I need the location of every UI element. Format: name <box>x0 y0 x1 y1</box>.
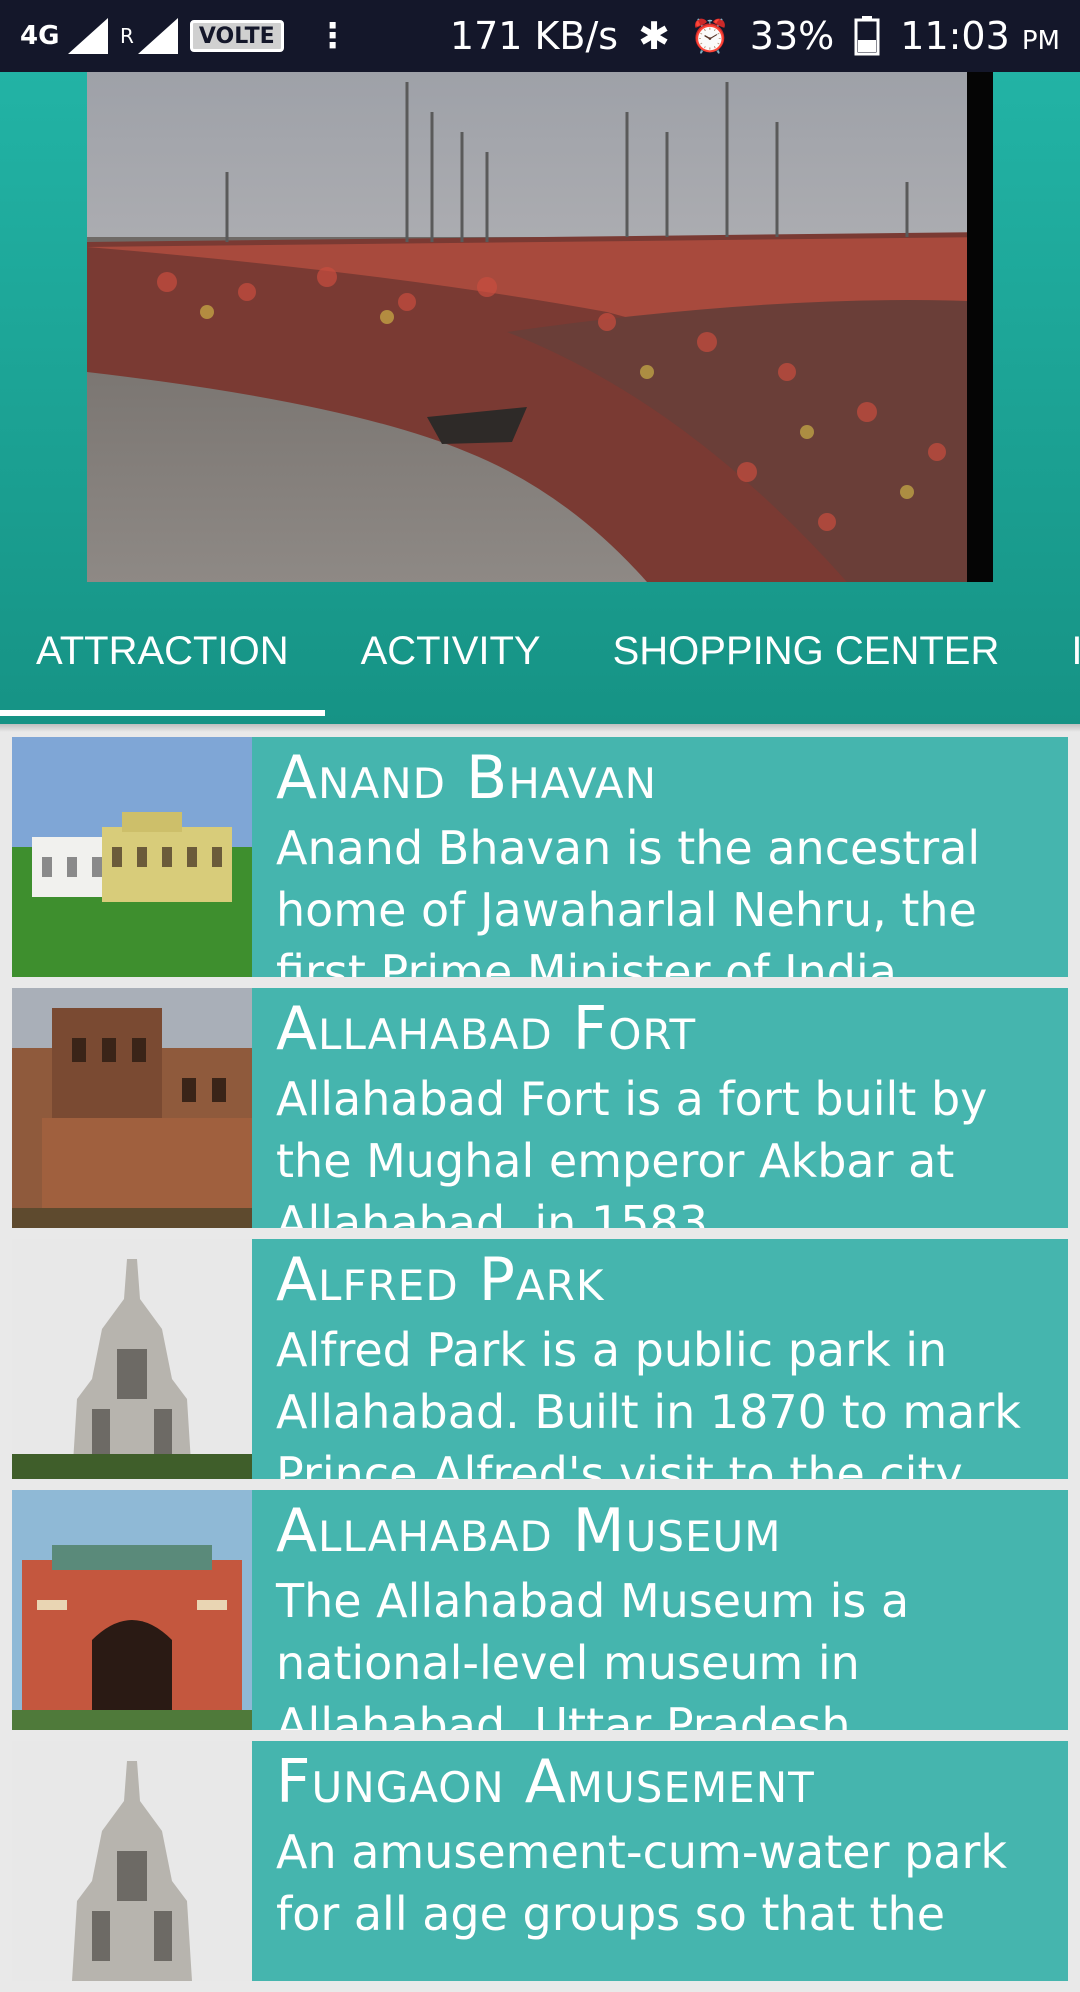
tab-partial[interactable]: IN <box>1035 582 1080 720</box>
list-item-allahabad-museum[interactable]: Allahabad Museum The Allahabad Museum is… <box>12 1490 1068 1730</box>
thumbnail-allahabad-museum <box>12 1490 252 1730</box>
bluetooth-icon: ✱ <box>638 14 670 58</box>
app-header: ATTRACTION ACTIVITY SHOPPING CENTER IN <box>0 72 1080 724</box>
signal-icon-2 <box>137 18 178 54</box>
list-item-alfred-park[interactable]: Alfred Park Alfred Park is a public park… <box>12 1239 1068 1479</box>
thumbnail-anand-bhavan <box>12 737 252 977</box>
thumbnail-allahabad-fort <box>12 988 252 1228</box>
attraction-title: Anand Bhavan <box>276 743 658 813</box>
thumbnail-fungaon-amusement <box>12 1741 252 1981</box>
tab-activity[interactable]: ACTIVITY <box>325 582 577 720</box>
attraction-title: Allahabad Museum <box>276 1496 782 1566</box>
network-speed: 171 KB/s <box>449 14 619 58</box>
attraction-title: Allahabad Fort <box>276 994 697 1064</box>
attraction-description: Anand Bhavan is the ancestral home of Ja… <box>276 821 981 977</box>
attraction-description: The Allahabad Museum is a national-level… <box>276 1574 910 1730</box>
attraction-description: An amusement-cum-water park for all age … <box>276 1825 1008 1941</box>
status-bar: 4G R VOLTE ⋮ 171 KB/s ✱ ⏰ 33% 11:03 PM <box>0 0 1080 72</box>
list-item-allahabad-fort[interactable]: Allahabad Fort Allahabad Fort is a fort … <box>12 988 1068 1228</box>
list-item-fungaon-amusement[interactable]: Fungaon Amusement An amusement-cum-water… <box>12 1741 1068 1981</box>
tab-attraction[interactable]: ATTRACTION <box>0 582 325 720</box>
category-tabs: ATTRACTION ACTIVITY SHOPPING CENTER IN <box>0 582 1080 720</box>
network-type-icon: 4G <box>20 21 60 51</box>
battery-percent: 33% <box>749 14 835 58</box>
tab-shadow <box>0 724 1080 732</box>
signal-icon <box>68 18 108 54</box>
attraction-list: Anand Bhavan Anand Bhavan is the ancestr… <box>12 737 1068 1992</box>
alarm-icon: ⏰ <box>689 17 730 55</box>
attraction-description: Alfred Park is a public park in Allahaba… <box>276 1323 1021 1479</box>
attraction-title: Alfred Park <box>276 1245 605 1315</box>
thumbnail-alfred-park <box>12 1239 252 1479</box>
list-item-anand-bhavan[interactable]: Anand Bhavan Anand Bhavan is the ancestr… <box>12 737 1068 977</box>
tab-shopping-center[interactable]: SHOPPING CENTER <box>577 582 1036 720</box>
hero-image <box>87 72 993 582</box>
roaming-indicator: R <box>120 24 134 48</box>
battery-icon <box>854 16 880 56</box>
more-notifications-icon: ⋮ <box>315 16 350 56</box>
attraction-title: Fungaon Amusement <box>276 1747 815 1817</box>
attraction-description: Allahabad Fort is a fort built by the Mu… <box>276 1072 988 1228</box>
clock: 11:03 PM <box>900 14 1060 58</box>
volte-badge: VOLTE <box>189 20 284 52</box>
